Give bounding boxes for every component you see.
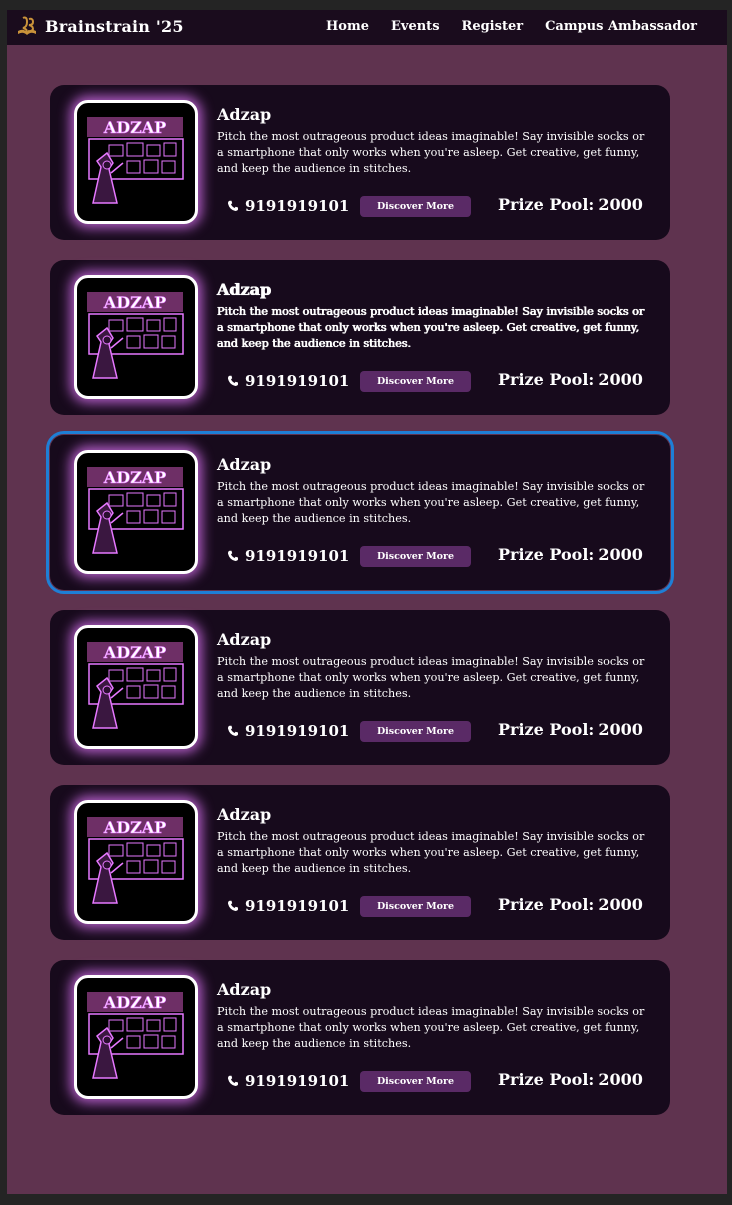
prize-label: Prize Pool: [498,720,595,739]
wizard-pitch-board-icon: ADZAP [87,292,184,379]
event-phone: 9191919101 [227,372,349,390]
event-card: ADZAP Adzap Pitch the most outrageous pr… [50,960,670,1115]
phone-icon [227,900,238,911]
prize-pool: Prize Pool: 2000 [498,545,643,564]
event-phone: 9191919101 [227,897,349,915]
discover-more-button[interactable]: Discover More [360,1071,471,1092]
prize-pool: Prize Pool: 2000 [498,370,643,389]
prize-value: 2000 [598,895,643,914]
event-poster[interactable]: ADZAP [74,625,198,749]
prize-value: 2000 [598,195,643,214]
prize-pool: Prize Pool: 2000 [498,195,643,214]
event-description: Pitch the most outrageous product ideas … [217,480,645,525]
phone-number: 9191919101 [245,547,350,565]
event-phone: 9191919101 [227,1072,349,1090]
event-description: Pitch the most outrageous product ideas … [217,305,645,350]
nav-events[interactable]: Events [391,19,440,34]
event-card: ADZAP Adzap Pitch the most outrageous pr… [46,431,674,594]
discover-more-button[interactable]: Discover More [360,546,471,567]
poster-title: ADZAP [103,468,166,487]
wizard-pitch-board-icon: ADZAP [87,467,184,554]
event-description: Pitch the most outrageous product ideas … [217,1005,645,1050]
phone-icon [227,1075,238,1086]
nav-home[interactable]: Home [326,19,369,34]
brand-name: Brainstrain '25 [45,16,184,36]
prize-label: Prize Pool: [498,545,595,564]
phone-icon [227,725,238,736]
event-card: ADZAP Adzap Pitch the most outrageous pr… [50,610,670,765]
navbar: Brainstrain '25 Home Events Register Cam… [7,10,727,45]
event-card: ADZAP Adzap Pitch the most outrageous pr… [50,260,670,415]
event-description: Pitch the most outrageous product ideas … [217,830,645,875]
wizard-pitch-board-icon: ADZAP [87,992,184,1079]
phone-number: 9191919101 [245,722,350,740]
wizard-pitch-board-icon: ADZAP [87,817,184,904]
prize-value: 2000 [598,720,643,739]
event-card: ADZAP Adzap Pitch the most outrageous pr… [50,85,670,240]
prize-value: 2000 [598,1070,643,1089]
event-card: ADZAP Adzap Pitch the most outrageous pr… [50,785,670,940]
prize-pool: Prize Pool: 2000 [498,720,643,739]
event-title: Adzap [217,105,272,124]
phone-number: 9191919101 [245,197,350,215]
wizard-pitch-board-icon: ADZAP [87,117,184,204]
wizard-pitch-board-icon: ADZAP [87,642,184,729]
prize-pool: Prize Pool: 2000 [498,895,643,914]
discover-more-button[interactable]: Discover More [360,721,471,742]
prize-value: 2000 [598,370,643,389]
nav-register[interactable]: Register [462,19,524,34]
prize-label: Prize Pool: [498,1070,595,1089]
discover-more-button[interactable]: Discover More [360,196,471,217]
book-logo-icon [18,16,36,35]
event-phone: 9191919101 [227,722,349,740]
prize-label: Prize Pool: [498,195,595,214]
prize-label: Prize Pool: [498,895,595,914]
event-title: Adzap [217,455,272,474]
prize-label: Prize Pool: [498,370,595,389]
event-description: Pitch the most outrageous product ideas … [217,655,645,700]
event-description: Pitch the most outrageous product ideas … [217,130,645,175]
prize-value: 2000 [598,545,643,564]
poster-title: ADZAP [103,993,166,1012]
phone-icon [227,375,238,386]
event-poster[interactable]: ADZAP [74,800,198,924]
phone-number: 9191919101 [245,1072,350,1090]
prize-pool: Prize Pool: 2000 [498,1070,643,1089]
event-title: Adzap [217,630,272,649]
event-phone: 9191919101 [227,197,349,215]
event-poster[interactable]: ADZAP [74,275,198,399]
event-poster[interactable]: ADZAP [74,975,198,1099]
event-title: Adzap [217,980,272,999]
poster-title: ADZAP [103,118,166,137]
phone-number: 9191919101 [245,372,350,390]
phone-icon [227,550,238,561]
poster-title: ADZAP [103,293,166,312]
phone-number: 9191919101 [245,897,350,915]
nav-links: Home Events Register Campus Ambassador [326,19,697,34]
poster-title: ADZAP [103,818,166,837]
event-phone: 9191919101 [227,547,349,565]
event-title: Adzap [217,280,272,299]
discover-more-button[interactable]: Discover More [360,896,471,917]
event-poster[interactable]: ADZAP [74,100,198,224]
event-title: Adzap [217,805,272,824]
poster-title: ADZAP [103,643,166,662]
discover-more-button[interactable]: Discover More [360,371,471,392]
event-poster[interactable]: ADZAP [74,450,198,574]
phone-icon [227,200,238,211]
brand[interactable]: Brainstrain '25 [15,14,184,38]
nav-campus-ambassador[interactable]: Campus Ambassador [545,19,697,34]
